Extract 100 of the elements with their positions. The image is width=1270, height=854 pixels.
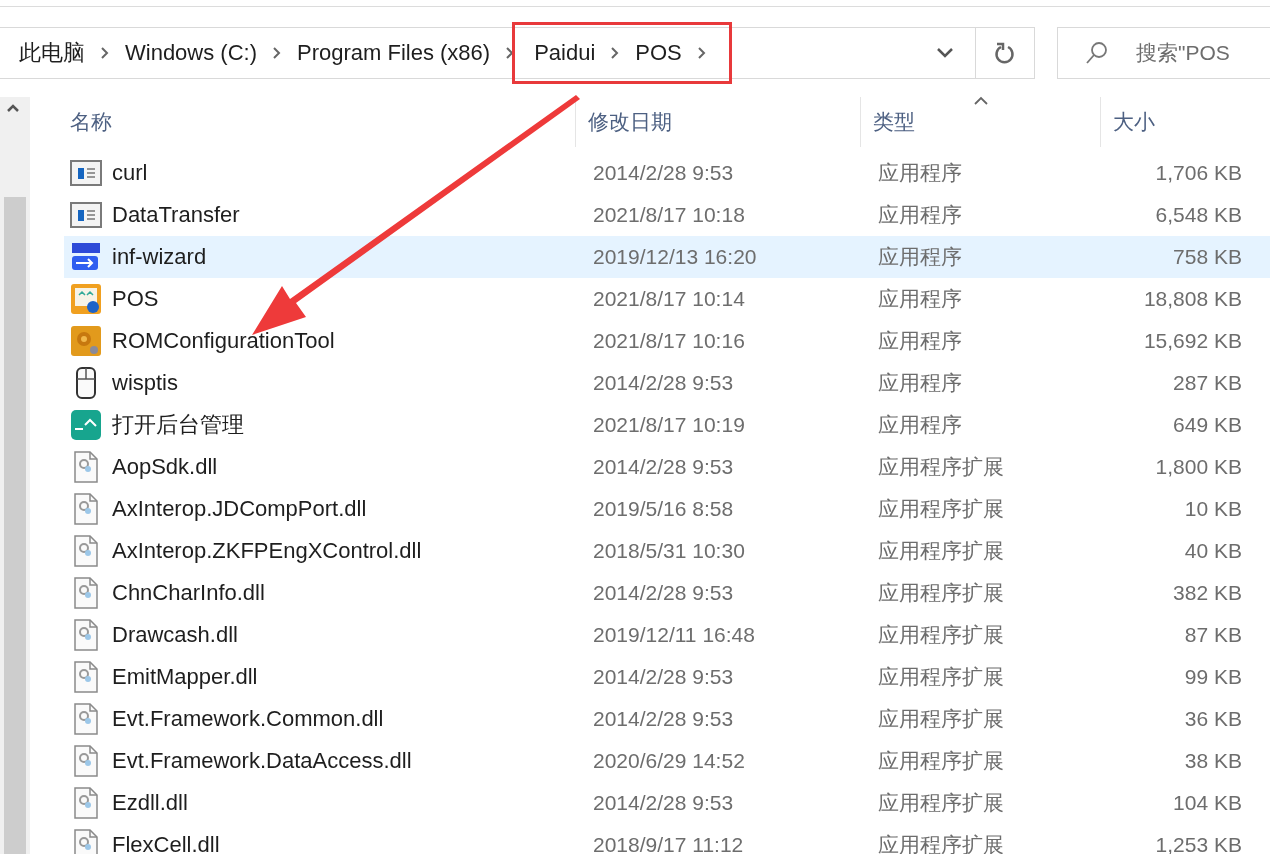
- file-size: 649 KB: [1173, 413, 1242, 436]
- modified-date: 2018/5/31 10:30: [593, 539, 745, 562]
- gear-file-icon: [74, 787, 98, 819]
- file-type: 应用程序扩展: [878, 455, 1004, 478]
- modified-date: 2020/6/29 14:52: [593, 749, 745, 772]
- file-type: 应用程序: [878, 413, 962, 436]
- column-header[interactable]: 名称: [64, 97, 575, 147]
- file-type: 应用程序扩展: [878, 581, 1004, 604]
- mouse-icon: [75, 367, 97, 399]
- modified-date: 2021/8/17 10:19: [593, 413, 745, 436]
- file-name[interactable]: ROMConfigurationTool: [112, 328, 335, 354]
- breadcrumb[interactable]: 此电脑: [10, 38, 94, 68]
- file-size: 15,692 KB: [1143, 329, 1242, 352]
- modified-date: 2014/2/28 9:53: [593, 791, 734, 814]
- gear-file-icon: [74, 703, 98, 735]
- file-type: 应用程序: [878, 245, 962, 268]
- chevron-right-icon: [696, 46, 707, 60]
- file-size: 1,253 KB: [1155, 833, 1242, 854]
- gear-file-icon: [74, 745, 98, 777]
- file-type: 应用程序扩展: [878, 707, 1004, 730]
- gear-file-icon: [74, 619, 98, 651]
- modified-date: 2014/2/28 9:53: [593, 707, 734, 730]
- scrollbar-thumb[interactable]: [4, 197, 26, 854]
- file-name[interactable]: AopSdk.dll: [112, 454, 218, 480]
- gear-file-icon: [74, 493, 98, 525]
- modified-date: 2019/5/16 8:58: [593, 497, 734, 520]
- file-name[interactable]: wisptis: [112, 370, 178, 396]
- modified-date: 2018/9/17 11:12: [593, 833, 744, 854]
- modified-date: 2021/8/17 10:18: [593, 203, 745, 226]
- file-size: 10 KB: [1184, 497, 1242, 520]
- breadcrumb[interactable]: Windows (C:): [116, 40, 266, 66]
- file-name[interactable]: curl: [112, 160, 148, 186]
- file-size: 1,800 KB: [1155, 455, 1242, 478]
- refresh-icon: [994, 41, 1016, 65]
- chevron-down-icon[interactable]: [936, 47, 954, 59]
- file-type: 应用程序扩展: [878, 497, 1004, 520]
- app-icon: [70, 283, 102, 315]
- modified-date: 2019/12/11 16:48: [593, 623, 755, 646]
- chevron-right-icon: [610, 46, 621, 60]
- file-name[interactable]: Drawcash.dll: [112, 622, 238, 648]
- gear-file-icon: [74, 661, 98, 693]
- file-size: 6,548 KB: [1155, 203, 1242, 226]
- chevron-right-icon: [272, 46, 282, 60]
- file-size: 104 KB: [1173, 791, 1242, 814]
- refresh-button[interactable]: [975, 27, 1035, 79]
- file-type: 应用程序扩展: [878, 791, 1004, 814]
- column-header[interactable]: 类型: [860, 97, 1100, 147]
- file-type: 应用程序扩展: [878, 665, 1004, 688]
- gear-file-icon: [74, 451, 98, 483]
- modified-date: 2021/8/17 10:16: [593, 329, 745, 352]
- modified-date: 2021/8/17 10:14: [593, 287, 745, 310]
- file-size: 1,706 KB: [1155, 161, 1242, 184]
- app-window-icon: [70, 160, 102, 186]
- file-name[interactable]: AxInterop.ZKFPEngXControl.dll: [112, 538, 422, 564]
- sort-caret-icon: [972, 95, 989, 105]
- usb-icon: [70, 241, 102, 273]
- gear-file-icon: [74, 577, 98, 609]
- modified-date: 2019/12/13 16:20: [593, 245, 757, 268]
- file-name[interactable]: Evt.Framework.DataAccess.dll: [112, 748, 412, 774]
- file-type: 应用程序: [878, 287, 962, 310]
- app-window-icon: [70, 202, 102, 228]
- modified-date: 2014/2/28 9:53: [593, 371, 734, 394]
- file-name[interactable]: EmitMapper.dll: [112, 664, 258, 690]
- file-name[interactable]: AxInterop.JDCompPort.dll: [112, 496, 367, 522]
- breadcrumb[interactable]: POS: [626, 40, 691, 66]
- search-icon: [1085, 41, 1109, 65]
- file-size: 382 KB: [1173, 581, 1242, 604]
- breadcrumb[interactable]: Paidui: [525, 40, 605, 66]
- file-name[interactable]: DataTransfer: [112, 202, 240, 228]
- file-name[interactable]: ChnCharInfo.dll: [112, 580, 265, 606]
- modified-date: 2014/2/28 9:53: [593, 161, 734, 184]
- modified-date: 2014/2/28 9:53: [593, 455, 734, 478]
- file-name[interactable]: inf-wizard: [112, 244, 207, 270]
- file-type: 应用程序: [878, 371, 962, 394]
- scroll-up-icon[interactable]: [6, 103, 20, 113]
- file-size: 40 KB: [1184, 539, 1242, 562]
- column-header[interactable]: 大小: [1100, 97, 1250, 147]
- breadcrumb[interactable]: Program Files (x86): [288, 40, 500, 66]
- file-size: 18,808 KB: [1143, 287, 1242, 310]
- file-name[interactable]: POS: [112, 286, 159, 312]
- file-name[interactable]: Ezdll.dll: [112, 790, 188, 816]
- file-size: 287 KB: [1173, 371, 1242, 394]
- file-type: 应用程序: [878, 203, 962, 226]
- modified-date: 2014/2/28 9:53: [593, 581, 734, 604]
- file-name[interactable]: FlexCell.dll: [112, 832, 220, 854]
- file-size: 758 KB: [1173, 245, 1242, 268]
- chevron-right-icon: [100, 46, 110, 60]
- file-size: 38 KB: [1184, 749, 1242, 772]
- row-highlight[interactable]: inf-wizard 2019/12/13 16:20 应用程序 758 KB: [64, 236, 1270, 278]
- file-name[interactable]: 打开后台管理: [112, 410, 244, 440]
- file-type: 应用程序扩展: [878, 539, 1004, 562]
- modified-date: 2014/2/28 9:53: [593, 665, 734, 688]
- file-size: 99 KB: [1184, 665, 1242, 688]
- file-type: 应用程序扩展: [878, 623, 1004, 646]
- gear-file-icon: [74, 829, 98, 854]
- gear-file-icon: [74, 535, 98, 567]
- file-type: 应用程序: [878, 329, 962, 352]
- search-field[interactable]: 搜索"POS: [1057, 27, 1270, 79]
- file-size: 87 KB: [1184, 623, 1242, 646]
- file-name[interactable]: Evt.Framework.Common.dll: [112, 706, 384, 732]
